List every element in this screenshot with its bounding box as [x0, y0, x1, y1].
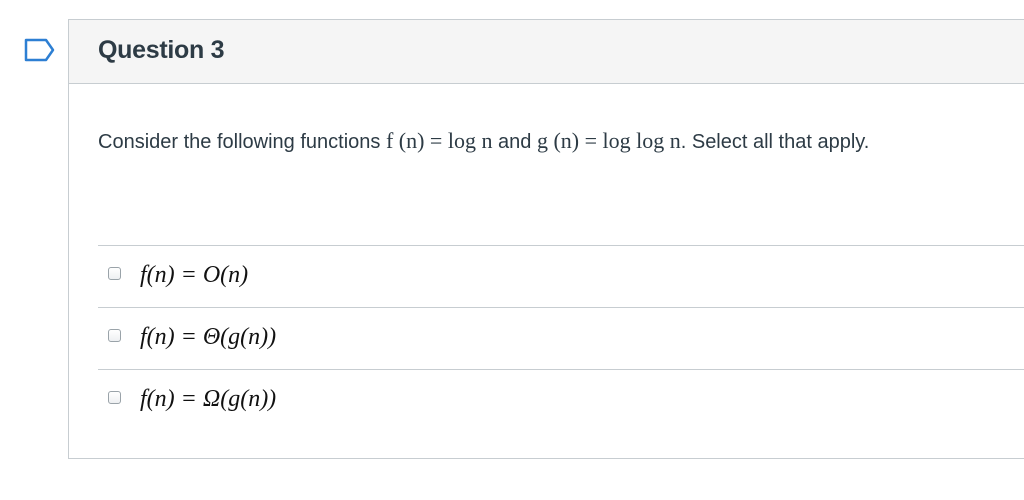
checkbox-icon[interactable]	[108, 329, 121, 342]
answer-label: f(n) = Ω(g(n))	[140, 386, 277, 412]
answer-option[interactable]: f(n) = Ω(g(n))	[98, 369, 1024, 431]
checkbox-icon[interactable]	[108, 267, 121, 280]
question-text-intro: Consider the following functions	[98, 131, 386, 153]
question-text-end: . Select all that apply.	[680, 131, 870, 153]
answer-option[interactable]: f(n) = O(n)	[98, 245, 1024, 307]
answer-label: f(n) = O(n)	[140, 262, 249, 288]
math-f-definition: f (n) = log n	[385, 128, 493, 153]
answer-label: f(n) = Θ(g(n))	[140, 324, 277, 350]
question-text: Consider the following functions f (n) =…	[98, 128, 869, 154]
math-g-definition: g (n) = log log n	[536, 128, 681, 153]
answer-list: f(n) = O(n) f(n) = Θ(g(n)) f(n) = Ω(g(n)…	[98, 245, 1024, 431]
question-text-and: and	[492, 131, 537, 153]
quiz-page: Question 3 Consider the following functi…	[0, 0, 1024, 500]
checkbox-icon[interactable]	[108, 391, 121, 404]
flag-question-icon[interactable]	[24, 38, 56, 62]
question-card: Question 3 Consider the following functi…	[68, 19, 1024, 459]
answer-option[interactable]: f(n) = Θ(g(n))	[98, 307, 1024, 369]
question-header: Question 3	[69, 20, 1024, 84]
question-title: Question 3	[98, 36, 225, 64]
